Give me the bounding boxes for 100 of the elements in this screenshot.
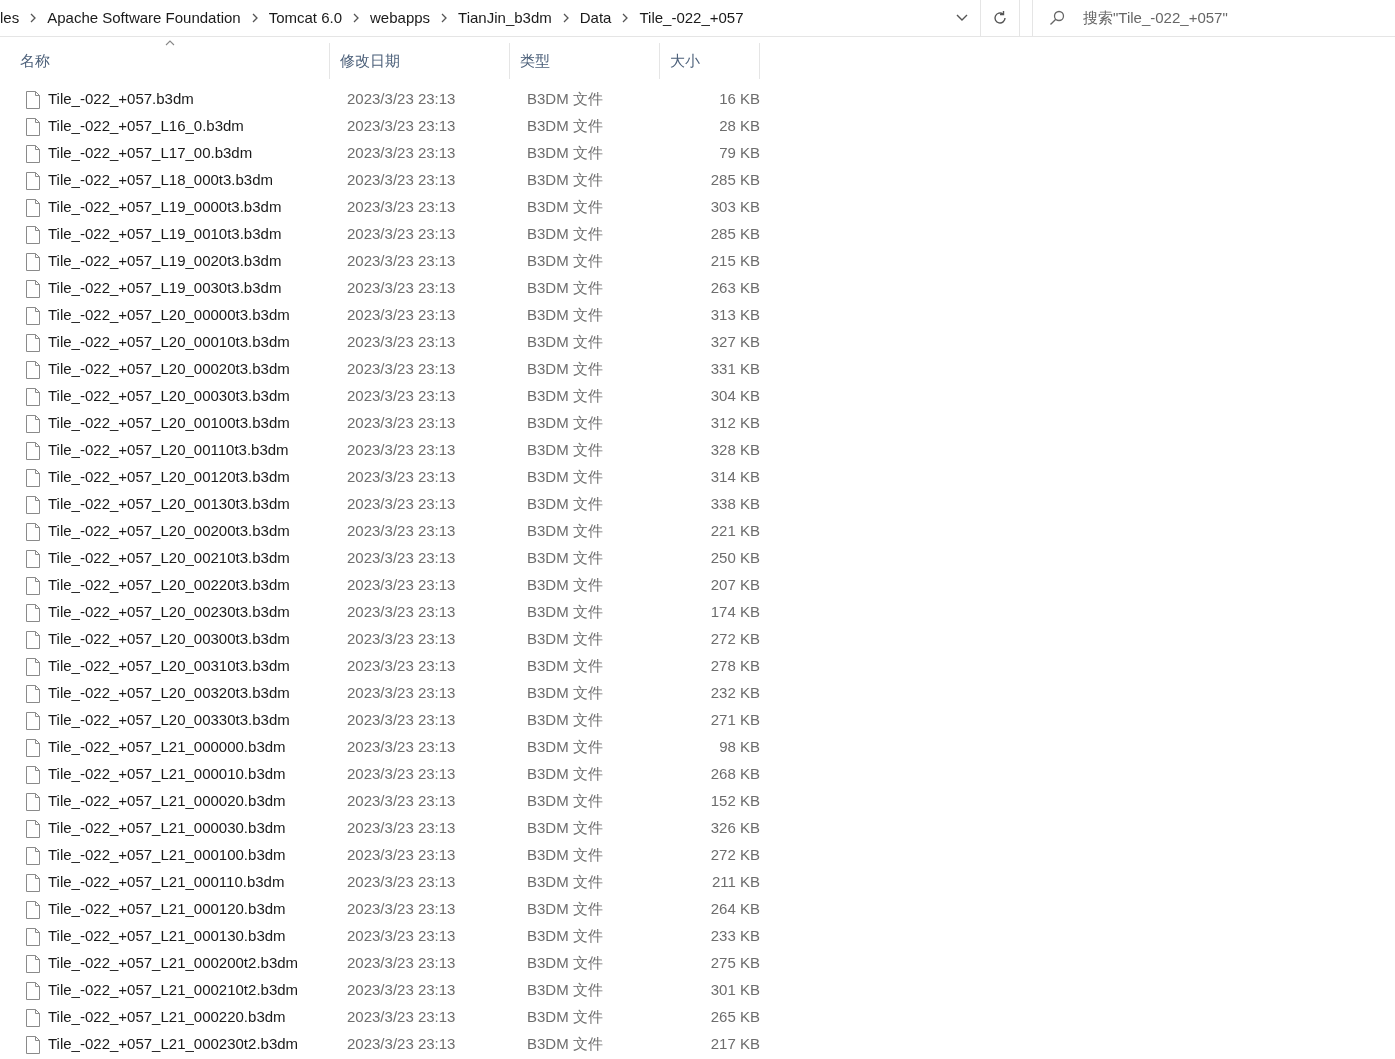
file-icon bbox=[26, 1035, 40, 1054]
file-row[interactable]: Tile_-022_+057_L20_00200t3.b3dm 2023/3/23 23:13 B3DM 文件 221 KB bbox=[20, 518, 1395, 545]
file-row[interactable]: Tile_-022_+057_L20_00030t3.b3dm 2023/3/23 23:13 B3DM 文件 304 KB bbox=[20, 383, 1395, 410]
file-row[interactable]: Tile_-022_+057_L21_000100.b3dm 2023/3/23 23:13 B3DM 文件 272 KB bbox=[20, 842, 1395, 869]
file-name: Tile_-022_+057_L20_00020t3.b3dm bbox=[48, 359, 290, 380]
breadcrumb-item[interactable]: TianJin_b3dm bbox=[458, 6, 552, 30]
file-row[interactable]: Tile_-022_+057_L21_000130.b3dm 2023/3/23 23:13 B3DM 文件 233 KB bbox=[20, 923, 1395, 950]
file-row[interactable]: Tile_-022_+057_L20_00310t3.b3dm 2023/3/23 23:13 B3DM 文件 278 KB bbox=[20, 653, 1395, 680]
file-type: B3DM 文件 bbox=[526, 818, 604, 839]
file-date: 2023/3/23 23:13 bbox=[346, 764, 457, 785]
column-header[interactable]: 大小 bbox=[660, 43, 760, 79]
breadcrumb-item[interactable]: Tomcat 6.0 bbox=[268, 6, 343, 30]
file-type: B3DM 文件 bbox=[526, 656, 604, 677]
file-row[interactable]: Tile_-022_+057_L21_000000.b3dm 2023/3/23 23:13 B3DM 文件 98 KB bbox=[20, 734, 1395, 761]
file-name: Tile_-022_+057_L20_00310t3.b3dm bbox=[48, 656, 290, 677]
file-type: B3DM 文件 bbox=[526, 872, 604, 893]
file-name: Tile_-022_+057_L20_00220t3.b3dm bbox=[48, 575, 290, 596]
chevron-right-icon bbox=[250, 13, 259, 23]
file-row[interactable]: Tile_-022_+057_L20_00010t3.b3dm 2023/3/23 23:13 B3DM 文件 327 KB bbox=[20, 329, 1395, 356]
file-size: 312 KB bbox=[709, 413, 760, 434]
file-row[interactable]: Tile_-022_+057_L21_000110.b3dm 2023/3/23 23:13 B3DM 文件 211 KB bbox=[20, 869, 1395, 896]
chevron-down-icon[interactable] bbox=[956, 14, 968, 22]
file-row[interactable]: Tile_-022_+057_L20_00100t3.b3dm 2023/3/23 23:13 B3DM 文件 312 KB bbox=[20, 410, 1395, 437]
file-row[interactable]: Tile_-022_+057_L20_00230t3.b3dm 2023/3/23 23:13 B3DM 文件 174 KB bbox=[20, 599, 1395, 626]
refresh-icon bbox=[992, 10, 1008, 26]
file-row[interactable]: Tile_-022_+057_L19_0010t3.b3dm 2023/3/23 23:13 B3DM 文件 285 KB bbox=[20, 221, 1395, 248]
address-bar[interactable]: les Apache Software Foundation Tomcat 6.0 webapps TianJin_b3dm Data Tile_-022_+057 bbox=[0, 0, 980, 36]
file-date: 2023/3/23 23:13 bbox=[346, 980, 457, 1001]
file-row[interactable]: Tile_-022_+057_L21_000030.b3dm 2023/3/23 23:13 B3DM 文件 326 KB bbox=[20, 815, 1395, 842]
breadcrumb-item[interactable]: Data bbox=[579, 6, 612, 30]
file-row[interactable]: Tile_-022_+057_L17_00.b3dm 2023/3/23 23:13 B3DM 文件 79 KB bbox=[20, 140, 1395, 167]
file-type: B3DM 文件 bbox=[526, 791, 604, 812]
file-row[interactable]: Tile_-022_+057_L21_000020.b3dm 2023/3/23 23:13 B3DM 文件 152 KB bbox=[20, 788, 1395, 815]
file-row[interactable]: Tile_-022_+057.b3dm 2023/3/23 23:13 B3DM 文件 16 KB bbox=[20, 86, 1395, 113]
file-icon bbox=[26, 954, 40, 973]
file-row[interactable]: Tile_-022_+057_L21_000120.b3dm 2023/3/23 23:13 B3DM 文件 264 KB bbox=[20, 896, 1395, 923]
file-row[interactable]: Tile_-022_+057_L16_0.b3dm 2023/3/23 23:13 B3DM 文件 28 KB bbox=[20, 113, 1395, 140]
file-row[interactable]: Tile_-022_+057_L21_000200t2.b3dm 2023/3/23 23:13 B3DM 文件 275 KB bbox=[20, 950, 1395, 977]
file-type: B3DM 文件 bbox=[526, 278, 604, 299]
file-row[interactable]: Tile_-022_+057_L20_00020t3.b3dm 2023/3/23 23:13 B3DM 文件 331 KB bbox=[20, 356, 1395, 383]
file-name: Tile_-022_+057_L20_00030t3.b3dm bbox=[48, 386, 290, 407]
file-date: 2023/3/23 23:13 bbox=[346, 602, 457, 623]
file-row[interactable]: Tile_-022_+057_L21_000220.b3dm 2023/3/23 23:13 B3DM 文件 265 KB bbox=[20, 1004, 1395, 1031]
file-row[interactable]: Tile_-022_+057_L20_00330t3.b3dm 2023/3/23 23:13 B3DM 文件 271 KB bbox=[20, 707, 1395, 734]
file-size: 268 KB bbox=[709, 764, 760, 785]
file-name: Tile_-022_+057_L21_000030.b3dm bbox=[48, 818, 286, 839]
file-name: Tile_-022_+057_L21_000230t2.b3dm bbox=[48, 1034, 299, 1055]
file-name: Tile_-022_+057_L20_00110t3.b3dm bbox=[48, 440, 289, 461]
breadcrumb-item[interactable]: Apache Software Foundation bbox=[47, 6, 241, 30]
file-row[interactable]: Tile_-022_+057_L20_00000t3.b3dm 2023/3/23 23:13 B3DM 文件 313 KB bbox=[20, 302, 1395, 329]
file-type: B3DM 文件 bbox=[526, 602, 604, 623]
breadcrumb-item[interactable]: webapps bbox=[370, 6, 431, 30]
file-icon bbox=[26, 225, 40, 244]
column-header[interactable]: 类型 bbox=[510, 43, 660, 79]
file-name: Tile_-022_+057_L21_000000.b3dm bbox=[48, 737, 286, 758]
file-row[interactable]: Tile_-022_+057_L20_00220t3.b3dm 2023/3/23 23:13 B3DM 文件 207 KB bbox=[20, 572, 1395, 599]
file-date: 2023/3/23 23:13 bbox=[346, 413, 457, 434]
sort-up-icon bbox=[164, 40, 175, 46]
file-name: Tile_-022_+057_L21_000200t2.b3dm bbox=[48, 953, 299, 974]
file-size: 152 KB bbox=[709, 791, 760, 812]
file-row[interactable]: Tile_-022_+057_L19_0000t3.b3dm 2023/3/23 23:13 B3DM 文件 303 KB bbox=[20, 194, 1395, 221]
file-size: 16 KB bbox=[718, 89, 760, 110]
file-name: Tile_-022_+057_L19_0000t3.b3dm bbox=[48, 197, 282, 218]
file-row[interactable]: Tile_-022_+057_L21_000230t2.b3dm 2023/3/23 23:13 B3DM 文件 217 KB bbox=[20, 1031, 1395, 1058]
column-header[interactable]: 名称 bbox=[10, 43, 330, 79]
chevron-right-icon bbox=[621, 13, 630, 23]
file-icon bbox=[26, 306, 40, 325]
column-header[interactable]: 修改日期 bbox=[330, 43, 510, 79]
file-row[interactable]: Tile_-022_+057_L20_00110t3.b3dm 2023/3/23 23:13 B3DM 文件 328 KB bbox=[20, 437, 1395, 464]
file-size: 313 KB bbox=[709, 305, 760, 326]
file-row[interactable]: Tile_-022_+057_L19_0020t3.b3dm 2023/3/23 23:13 B3DM 文件 215 KB bbox=[20, 248, 1395, 275]
file-date: 2023/3/23 23:13 bbox=[346, 899, 457, 920]
search-field[interactable]: 搜索"Tile_-022_+057" bbox=[1083, 6, 1383, 30]
file-icon bbox=[26, 333, 40, 352]
file-size: 327 KB bbox=[709, 332, 760, 353]
file-size: 326 KB bbox=[709, 818, 760, 839]
file-date: 2023/3/23 23:13 bbox=[346, 872, 457, 893]
file-name: Tile_-022_+057_L20_00200t3.b3dm bbox=[48, 521, 290, 542]
file-size: 301 KB bbox=[709, 980, 760, 1001]
file-size: 221 KB bbox=[709, 521, 760, 542]
file-size: 328 KB bbox=[709, 440, 760, 461]
file-row[interactable]: Tile_-022_+057_L21_000210t2.b3dm 2023/3/23 23:13 B3DM 文件 301 KB bbox=[20, 977, 1395, 1004]
file-row[interactable]: Tile_-022_+057_L20_00120t3.b3dm 2023/3/23 23:13 B3DM 文件 314 KB bbox=[20, 464, 1395, 491]
refresh-button[interactable] bbox=[980, 0, 1020, 36]
file-type: B3DM 文件 bbox=[526, 332, 604, 353]
file-date: 2023/3/23 23:13 bbox=[346, 359, 457, 380]
file-row[interactable]: Tile_-022_+057_L19_0030t3.b3dm 2023/3/23 23:13 B3DM 文件 263 KB bbox=[20, 275, 1395, 302]
breadcrumb-item[interactable]: Tile_-022_+057 bbox=[639, 6, 744, 30]
file-size: 285 KB bbox=[709, 224, 760, 245]
file-row[interactable]: Tile_-022_+057_L20_00130t3.b3dm 2023/3/23 23:13 B3DM 文件 338 KB bbox=[20, 491, 1395, 518]
file-name: Tile_-022_+057_L18_000t3.b3dm bbox=[48, 170, 274, 191]
file-name: Tile_-022_+057_L21_000010.b3dm bbox=[48, 764, 286, 785]
file-row[interactable]: Tile_-022_+057_L18_000t3.b3dm 2023/3/23 23:13 B3DM 文件 285 KB bbox=[20, 167, 1395, 194]
breadcrumb-item[interactable]: les bbox=[0, 6, 20, 30]
file-row[interactable]: Tile_-022_+057_L20_00300t3.b3dm 2023/3/23 23:13 B3DM 文件 272 KB bbox=[20, 626, 1395, 653]
file-row[interactable]: Tile_-022_+057_L20_00210t3.b3dm 2023/3/23 23:13 B3DM 文件 250 KB bbox=[20, 545, 1395, 572]
file-size: 278 KB bbox=[709, 656, 760, 677]
file-row[interactable]: Tile_-022_+057_L21_000010.b3dm 2023/3/23 23:13 B3DM 文件 268 KB bbox=[20, 761, 1395, 788]
file-icon bbox=[26, 171, 40, 190]
file-row[interactable]: Tile_-022_+057_L20_00320t3.b3dm 2023/3/23 23:13 B3DM 文件 232 KB bbox=[20, 680, 1395, 707]
